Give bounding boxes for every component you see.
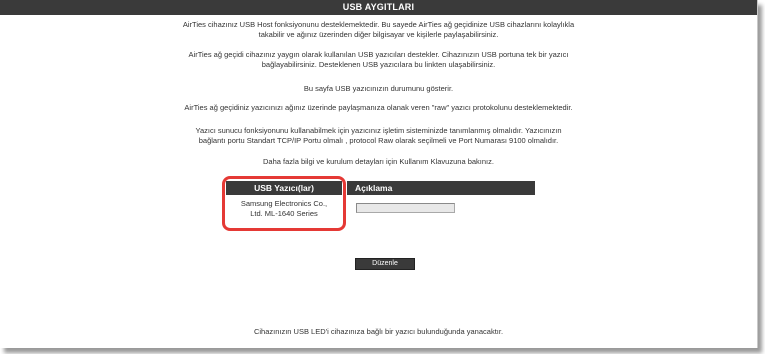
intro-paragraph-2: AirTies ağ geçidi cihazınız yaygın olara…	[0, 50, 757, 70]
usb-devices-panel: USB AYGITLARI AirTies cihazınız USB Host…	[0, 0, 758, 348]
intro-paragraph-4: AirTies ağ geçidiniz yazıcınızı ağınız ü…	[184, 103, 573, 112]
intro-p2-line2: bağlayabilirsiniz. Desteklenen USB yazıc…	[261, 60, 496, 69]
footer-note: Cihazınızın USB LED'i cihazınıza bağlı b…	[253, 327, 504, 336]
page-title: USB AYGITLARI	[0, 0, 757, 15]
column-header-description: Açıklama	[347, 181, 535, 195]
intro-paragraph-3: Bu sayfa USB yazıcınızın durumunu göster…	[303, 84, 454, 93]
intro-paragraph-1: AirTies cihazınız USB Host fonksiyonunu …	[0, 20, 757, 40]
intro-p1-line2: takabilir ve ağınız üzerinden diğer bilg…	[258, 30, 499, 39]
intro-paragraph-5: Yazıcı sunucu fonksiyonunu kullanabilmek…	[0, 126, 757, 146]
printer-highlight-box	[222, 176, 346, 231]
intro-p1-line1: AirTies cihazınız USB Host fonksiyonunu …	[182, 20, 575, 29]
intro-p2-line1: AirTies ağ geçidi cihazınız yaygın olara…	[188, 50, 569, 59]
edit-button[interactable]: Düzenle	[355, 258, 415, 270]
intro-p5-line2: bağlantı portu Standart TCP/IP Portu olm…	[198, 136, 559, 145]
intro-p5-line1: Yazıcı sunucu fonksiyonunu kullanabilmek…	[195, 126, 562, 135]
intro-paragraph-6: Daha fazla bilgi ve kurulum detayları iç…	[263, 157, 494, 166]
description-input[interactable]	[356, 203, 455, 213]
